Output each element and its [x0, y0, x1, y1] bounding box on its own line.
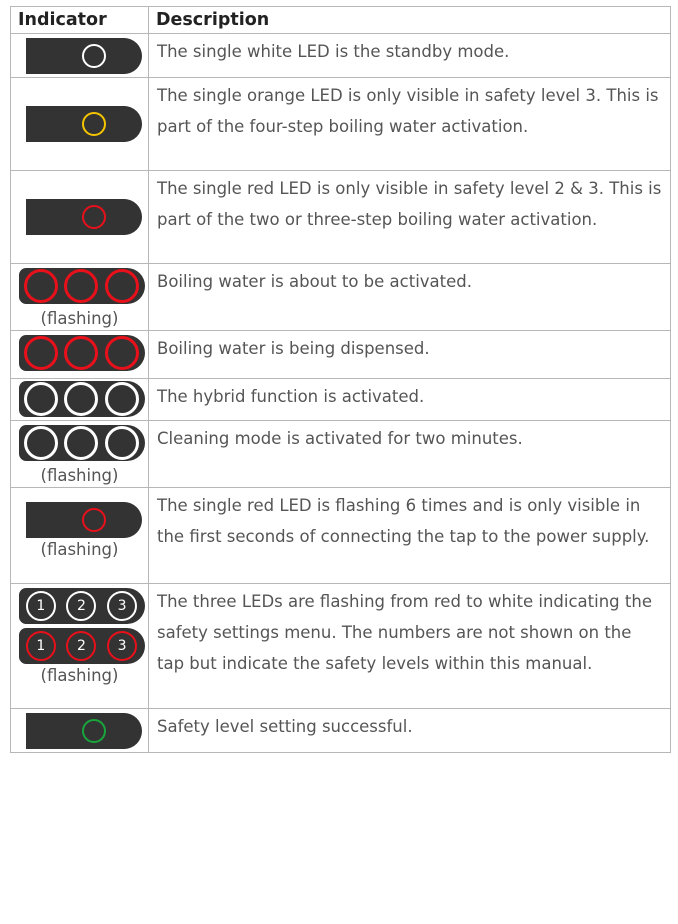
indicator-cell: 1 2 3 1 2 3 (flashing): [10, 583, 149, 709]
description-cell: The single red LED is only visible in sa…: [148, 170, 671, 264]
description-cell: The three LEDs are flashing from red to …: [148, 583, 671, 709]
led-circle: [64, 269, 99, 303]
indicator-cell: [10, 378, 149, 421]
led-circle: [105, 269, 140, 303]
flashing-note: (flashing): [40, 540, 119, 559]
led-number: 3: [107, 631, 138, 661]
three-white-leds-icon: [18, 425, 145, 461]
description-cell: Cleaning mode is activated for two minut…: [148, 420, 671, 488]
numbered-red-leds-icon: 1 2 3: [18, 628, 145, 664]
table-row: Boiling water is being dispensed.: [10, 330, 671, 379]
led-circle: [23, 336, 58, 370]
table-row: (flashing) Cleaning mode is activated fo…: [10, 420, 671, 488]
description-cell: The single white LED is the standby mode…: [148, 33, 671, 78]
led-circle: [105, 382, 140, 416]
led-circle: [105, 336, 140, 370]
green-led-icon: [25, 713, 142, 749]
led-circle: [105, 426, 140, 460]
red-led-icon: [25, 199, 142, 235]
indicator-header: Indicator: [10, 6, 149, 34]
description-cell: The hybrid function is activated.: [148, 378, 671, 421]
indicator-cell: [10, 77, 149, 171]
led-circle: [81, 508, 106, 532]
indicator-cell: (flashing): [10, 487, 149, 584]
led-circle: [23, 269, 58, 303]
led-number: 2: [66, 591, 97, 621]
led-circle: [81, 719, 106, 743]
description-cell: The single orange LED is only visible in…: [148, 77, 671, 171]
description-cell: Boiling water is about to be activated.: [148, 263, 671, 331]
white-led-icon: [25, 38, 142, 74]
flashing-note: (flashing): [40, 466, 119, 485]
red-led-icon: [25, 502, 142, 538]
led-circle: [64, 426, 99, 460]
table-row: The single white LED is the standby mode…: [10, 33, 671, 78]
led-circle: [23, 426, 58, 460]
indicator-cell: [10, 33, 149, 78]
orange-led-icon: [25, 106, 142, 142]
table-row: The single red LED is only visible in sa…: [10, 170, 671, 264]
led-circle: [81, 112, 106, 136]
led-number: 1: [25, 631, 56, 661]
indicator-cell: (flashing): [10, 263, 149, 331]
led-circle: [81, 205, 106, 229]
led-circle: [81, 44, 106, 68]
led-circle: [23, 382, 58, 416]
flashing-note: (flashing): [40, 309, 119, 328]
three-red-leds-icon: [18, 268, 145, 304]
three-red-leds-icon: [18, 335, 145, 371]
table-row: (flashing) Boiling water is about to be …: [10, 263, 671, 331]
led-number: 2: [66, 631, 97, 661]
description-cell: Boiling water is being dispensed.: [148, 330, 671, 379]
led-circle: [64, 336, 99, 370]
table-row: The hybrid function is activated.: [10, 378, 671, 421]
indicator-cell: [10, 330, 149, 379]
indicator-cell: [10, 708, 149, 753]
numbered-leds-icon: 1 2 3: [18, 588, 145, 624]
indicator-cell: [10, 170, 149, 264]
table-row: Safety level setting successful.: [10, 708, 671, 753]
table-row: The single orange LED is only visible in…: [10, 77, 671, 171]
led-number: 1: [25, 591, 56, 621]
led-circle: [64, 382, 99, 416]
description-cell: The single red LED is flashing 6 times a…: [148, 487, 671, 584]
led-number: 3: [107, 591, 138, 621]
indicator-cell: (flashing): [10, 420, 149, 488]
flashing-note: (flashing): [40, 666, 119, 685]
description-header: Description: [148, 6, 671, 34]
table-row: 1 2 3 1 2 3 (flashing) The three LEDs ar…: [10, 583, 671, 709]
table-header-row: Indicator Description: [10, 6, 671, 34]
led-indicator-table: Indicator Description The single white L…: [10, 6, 671, 753]
description-cell: Safety level setting successful.: [148, 708, 671, 753]
table-row: (flashing) The single red LED is flashin…: [10, 487, 671, 584]
three-white-leds-icon: [18, 381, 145, 417]
